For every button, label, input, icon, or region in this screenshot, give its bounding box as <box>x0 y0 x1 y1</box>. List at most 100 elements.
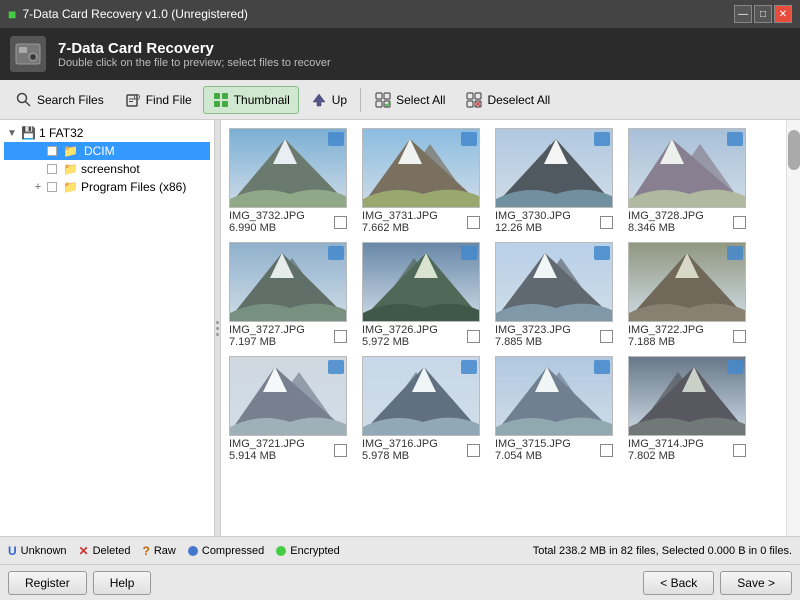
tree-item-screenshot[interactable]: 📁 screenshot <box>4 160 210 178</box>
scrollbar-thumb[interactable] <box>788 130 800 170</box>
app-name: 7-Data Card Recovery <box>58 40 331 57</box>
thumb-checkbox[interactable] <box>334 216 347 229</box>
thumb-filename: IMG_3726.JPG5.972 MB <box>362 324 438 348</box>
thumbnail-item[interactable]: IMG_3731.JPG7.662 MB <box>362 128 487 234</box>
save-button[interactable]: Save > <box>720 571 792 595</box>
minimize-button[interactable]: — <box>734 5 752 23</box>
resize-dot <box>216 327 219 330</box>
thumbnail-item[interactable]: IMG_3723.JPG7.885 MB <box>495 242 620 348</box>
thumb-filename: IMG_3715.JPG7.054 MB <box>495 438 571 462</box>
toolbar-separator-1 <box>360 88 361 112</box>
thumb-checkbox[interactable] <box>600 330 613 343</box>
close-button[interactable]: ✕ <box>774 5 792 23</box>
thumb-filename: IMG_3721.JPG5.914 MB <box>229 438 305 462</box>
thumb-checkbox[interactable] <box>600 216 613 229</box>
thumb-checkbox[interactable] <box>467 330 480 343</box>
scrollbar[interactable] <box>786 120 800 536</box>
thumbnail-button[interactable]: Thumbnail <box>203 86 299 114</box>
thumb-info-row: IMG_3722.JPG7.188 MB <box>628 324 746 348</box>
thumbnail-item[interactable]: IMG_3714.JPG7.802 MB <box>628 356 753 462</box>
thumb-filename: IMG_3732.JPG6.990 MB <box>229 210 305 234</box>
titlebar-controls[interactable]: — □ ✕ <box>734 5 792 23</box>
back-button[interactable]: < Back <box>643 571 714 595</box>
status-total: Total 238.2 MB in 82 files, Selected 0.0… <box>533 545 792 557</box>
thumbnail-item[interactable]: IMG_3727.JPG7.197 MB <box>229 242 354 348</box>
thumbnail-item[interactable]: IMG_3728.JPG8.346 MB <box>628 128 753 234</box>
thumbnail-item[interactable]: IMG_3726.JPG5.972 MB <box>362 242 487 348</box>
thumb-info-row: IMG_3726.JPG5.972 MB <box>362 324 480 348</box>
resize-dot <box>216 333 219 336</box>
thumb-checkbox[interactable] <box>467 216 480 229</box>
help-button[interactable]: Help <box>93 571 152 595</box>
thumbnail-image[interactable] <box>229 242 347 322</box>
folder-icon: 📁 <box>63 180 78 194</box>
thumbnail-image[interactable] <box>628 242 746 322</box>
tree-checkbox[interactable] <box>47 164 57 174</box>
tree-checkbox[interactable] <box>47 146 57 156</box>
select-all-icon <box>374 91 392 109</box>
thumb-checkbox[interactable] <box>733 444 746 457</box>
thumb-info-row: IMG_3731.JPG7.662 MB <box>362 210 480 234</box>
select-all-button[interactable]: Select All <box>365 86 454 114</box>
raw-icon: ? <box>143 544 150 558</box>
thumbnail-item[interactable]: IMG_3722.JPG7.188 MB <box>628 242 753 348</box>
header: 7-Data Card Recovery Double click on the… <box>0 28 800 80</box>
thumbnail-image[interactable] <box>628 128 746 208</box>
thumbnail-item[interactable]: IMG_3732.JPG6.990 MB <box>229 128 354 234</box>
register-button[interactable]: Register <box>8 571 87 595</box>
thumb-checkbox[interactable] <box>600 444 613 457</box>
thumbnail-area: IMG_3732.JPG6.990 MB IMG_3731.JPG7.662 MB… <box>221 120 786 536</box>
thumb-info-row: IMG_3715.JPG7.054 MB <box>495 438 613 462</box>
main-area: ▼ 💾 1 FAT32 📁 DCIM 📁 screenshot + 📁 Prog… <box>0 120 800 536</box>
thumbnail-image[interactable] <box>229 356 347 436</box>
status-raw: ? Raw <box>143 544 176 558</box>
app-subtitle: Double click on the file to preview; sel… <box>58 57 331 69</box>
thumbnail-image[interactable] <box>362 242 480 322</box>
toolbar: Search Files Find File Thumbnail Up <box>0 80 800 120</box>
find-file-button[interactable]: Find File <box>115 86 201 114</box>
tree-item-fat32[interactable]: ▼ 💾 1 FAT32 <box>4 124 210 142</box>
app-logo <box>10 36 46 72</box>
encrypted-dot <box>276 546 286 556</box>
thumb-checkbox[interactable] <box>733 330 746 343</box>
status-unknown: U Unknown <box>8 544 67 558</box>
titlebar-left: ■ 7-Data Card Recovery v1.0 (Unregistere… <box>8 6 248 22</box>
drive-icon: 💾 <box>21 126 36 140</box>
search-files-button[interactable]: Search Files <box>6 86 113 114</box>
thumb-checkbox[interactable] <box>334 444 347 457</box>
file-tree: ▼ 💾 1 FAT32 📁 DCIM 📁 screenshot + 📁 Prog… <box>0 120 215 536</box>
thumbnail-item[interactable]: IMG_3730.JPG12.26 MB <box>495 128 620 234</box>
find-icon <box>124 91 142 109</box>
thumb-checkbox[interactable] <box>334 330 347 343</box>
thumbnail-item[interactable]: IMG_3721.JPG5.914 MB <box>229 356 354 462</box>
thumb-info-row: IMG_3723.JPG7.885 MB <box>495 324 613 348</box>
status-compressed: Compressed <box>188 545 264 557</box>
thumb-filename: IMG_3714.JPG7.802 MB <box>628 438 704 462</box>
status-encrypted: Encrypted <box>276 545 340 557</box>
thumbnail-image[interactable] <box>229 128 347 208</box>
thumb-checkbox[interactable] <box>733 216 746 229</box>
thumb-info-row: IMG_3732.JPG6.990 MB <box>229 210 347 234</box>
folder-icon: 📁 <box>63 144 78 158</box>
thumbnail-image[interactable] <box>362 128 480 208</box>
thumb-info-row: IMG_3727.JPG7.197 MB <box>229 324 347 348</box>
up-button[interactable]: Up <box>301 86 356 114</box>
tree-checkbox[interactable] <box>47 182 57 192</box>
thumbnail-image[interactable] <box>495 128 613 208</box>
maximize-button[interactable]: □ <box>754 5 772 23</box>
up-icon <box>310 91 328 109</box>
thumbnail-image[interactable] <box>362 356 480 436</box>
deleted-icon: ✕ <box>79 544 89 558</box>
bottombar: Register Help < Back Save > <box>0 564 800 600</box>
bottombar-left: Register Help <box>8 571 151 595</box>
thumbnail-image[interactable] <box>495 242 613 322</box>
thumbnail-image[interactable] <box>495 356 613 436</box>
deselect-all-button[interactable]: Deselect All <box>456 86 559 114</box>
thumb-checkbox[interactable] <box>467 444 480 457</box>
bottombar-right: < Back Save > <box>643 571 792 595</box>
tree-item-dcim[interactable]: 📁 DCIM <box>4 142 210 160</box>
thumbnail-image[interactable] <box>628 356 746 436</box>
thumbnail-item[interactable]: IMG_3716.JPG5.978 MB <box>362 356 487 462</box>
tree-item-program-files[interactable]: + 📁 Program Files (x86) <box>4 178 210 196</box>
thumbnail-item[interactable]: IMG_3715.JPG7.054 MB <box>495 356 620 462</box>
